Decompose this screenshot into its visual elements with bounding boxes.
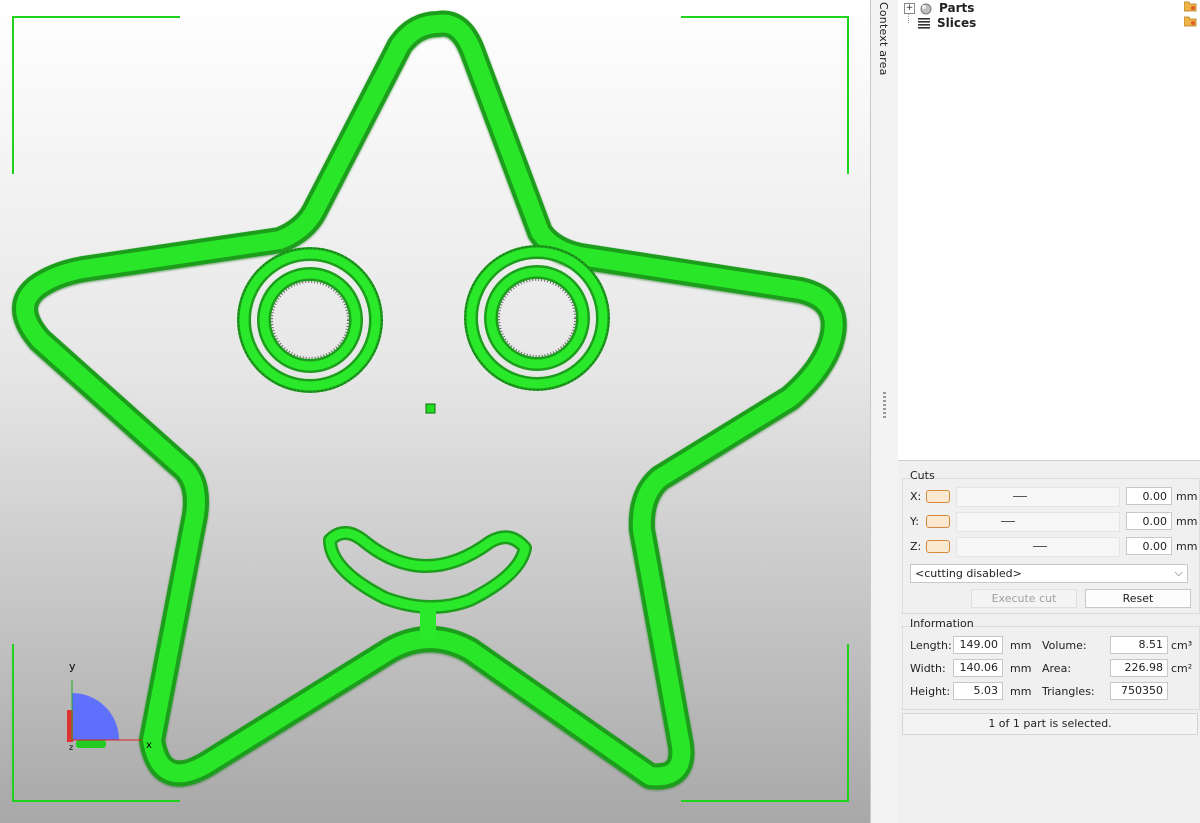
volume-label: Volume: (1042, 639, 1087, 652)
cut-z-slider[interactable] (956, 537, 1120, 557)
selection-status: 1 of 1 part is selected. (902, 713, 1198, 735)
splitter-handle[interactable] (883, 392, 886, 418)
cutting-mode-select[interactable]: <cutting disabled> ⌵ (910, 564, 1188, 583)
part-tree[interactable]: + Parts Slices (898, 0, 1200, 461)
axis-z-label: z (69, 743, 73, 752)
chevron-down-icon: ⌵ (1174, 566, 1183, 579)
volume-value: 8.51 (1110, 636, 1168, 654)
cut-x-unit: mm (1176, 490, 1198, 503)
triangles-value: 750350 (1110, 682, 1168, 700)
parts-icon (920, 3, 932, 15)
3d-viewport[interactable]: y x z (0, 0, 870, 823)
selection-bracket-bottom-right (681, 644, 849, 802)
area-value: 226.98 (1110, 659, 1168, 677)
tree-item-slices[interactable]: Slices (917, 15, 976, 31)
axis-x-label: x (146, 740, 152, 751)
reset-button[interactable]: Reset (1085, 589, 1191, 608)
length-unit: mm (1010, 639, 1032, 652)
cut-z-unit: mm (1176, 540, 1198, 553)
tree-item-parts[interactable]: + Parts (904, 0, 974, 16)
cut-y-value[interactable]: 0.00 (1126, 512, 1172, 530)
length-label: Length: (910, 639, 952, 652)
area-unit: cm² (1171, 662, 1193, 675)
folder-open-icon[interactable] (1184, 1, 1198, 12)
cut-x-slider[interactable] (956, 487, 1120, 507)
cut-z-value[interactable]: 0.00 (1126, 537, 1172, 555)
cut-z-label: Z: (910, 540, 922, 553)
width-unit: mm (1010, 662, 1032, 675)
cut-x-toggle[interactable] (926, 490, 950, 503)
cut-y-toggle[interactable] (926, 515, 950, 528)
area-label: Area: (1042, 662, 1072, 675)
cut-y-slider[interactable] (956, 512, 1120, 532)
volume-unit: cm³ (1171, 639, 1193, 652)
cuts-title: Cuts (910, 469, 935, 482)
context-area-label: Context area (877, 2, 890, 76)
right-eye (464, 245, 610, 391)
selection-bracket-top-left (12, 16, 180, 174)
width-value: 140.06 (953, 659, 1003, 677)
axis-gizmo-icon: y x z (67, 660, 152, 752)
cut-y-label: Y: (910, 515, 919, 528)
left-eye (237, 247, 383, 393)
cutting-mode-value: <cutting disabled> (915, 567, 1022, 580)
height-value: 5.03 (953, 682, 1003, 700)
right-panel: + Parts Slices Cuts X: 0.00 mm Y: 0.00 m… (898, 0, 1200, 823)
axis-y-label: y (69, 660, 76, 673)
tree-item-label: Slices (937, 16, 977, 30)
cut-x-label: X: (910, 490, 922, 503)
triangles-label: Triangles: (1042, 685, 1095, 698)
cut-y-unit: mm (1176, 515, 1198, 528)
cut-x-value[interactable]: 0.00 (1126, 487, 1172, 505)
mouth (323, 526, 532, 640)
tree-item-label: Parts (939, 1, 975, 15)
pivot-marker[interactable] (425, 403, 436, 414)
folder-open-icon[interactable] (1184, 16, 1198, 27)
slices-icon (918, 18, 930, 29)
selection-bracket-top-right (681, 16, 849, 174)
height-unit: mm (1010, 685, 1032, 698)
length-value: 149.00 (953, 636, 1003, 654)
execute-cut-button[interactable]: Execute cut (971, 589, 1077, 608)
height-label: Height: (910, 685, 951, 698)
cut-z-toggle[interactable] (926, 540, 950, 553)
expand-icon[interactable]: + (904, 2, 915, 14)
information-title: Information (910, 617, 974, 630)
context-area-tab[interactable]: Context area (870, 0, 900, 823)
width-label: Width: (910, 662, 946, 675)
